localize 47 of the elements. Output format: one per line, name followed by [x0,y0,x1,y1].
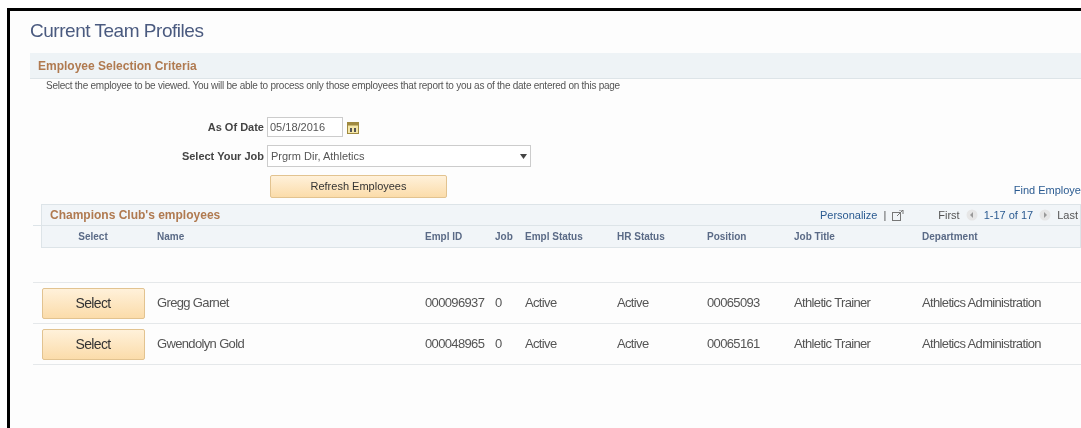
select-button[interactable]: Select [41,287,145,319]
separator-text: | [883,207,887,223]
table-cell-text: Athletics Administration [921,335,1042,353]
calendar-icon[interactable] [347,120,359,134]
table-cell-text: Active [524,294,558,312]
job-dropdown[interactable]: Prgrm Dir, Athletics [267,145,531,167]
popout-icon[interactable] [892,209,905,221]
previous-icon[interactable] [965,209,978,221]
table-cell-text: Active [616,294,650,312]
table-cell-text: 0 [494,335,503,353]
caret-icon [520,153,527,159]
column-header[interactable]: Position [703,229,790,244]
instructions-text: Select the employee to be viewed. You will be able to process only those employees that report to you as of the date entered on this page [46,79,621,93]
table-cell-text: Athletics Administration [921,294,1042,312]
table-cell-text: 0 [494,294,503,312]
column-header[interactable]: Job [491,229,521,244]
refresh-button[interactable]: Refresh Employees [270,175,447,198]
table-cell-text: 00065161 [706,335,761,353]
table-cell-text: 000096937 [424,294,486,312]
table-cell-text: 00065093 [706,294,761,312]
select-button[interactable]: Select [41,328,145,360]
page-title: Current Team Profiles [30,19,205,43]
page-range: 1-17 of 17 [983,207,1034,223]
section-header: Employee Selection Criteria [30,53,1081,79]
table-cell-text: Athletic Trainer [793,294,872,312]
table-cell-text: Active [616,335,650,353]
field-label: As Of Date [206,119,265,135]
column-header[interactable]: Empl ID [421,229,491,244]
table-cell-text: Active [524,335,558,353]
personalize-link[interactable]: Personalize [819,206,878,224]
table-cell-text: Athletic Trainer [793,335,872,353]
first-link[interactable]: First [938,206,960,224]
column-header[interactable]: Select [33,229,153,244]
last-link[interactable]: Last [1057,206,1080,224]
find-employee-link[interactable]: Find Employe [1013,181,1081,198]
grid-title: Champions Club's employees [50,207,221,224]
column-header[interactable]: Job Title [790,229,918,244]
date-field[interactable]: 05/18/2016 [267,117,343,137]
table-cell-text: Gwendolyn Gold [156,335,245,353]
column-header[interactable]: Empl Status [521,229,613,244]
column-header[interactable]: Department [918,229,1080,244]
column-header[interactable]: HR Status [613,229,703,244]
table-cell-text: Gregg Garnet [156,294,231,312]
next-icon[interactable] [1039,209,1052,221]
column-header[interactable]: Name [153,229,421,244]
field-label: Select Your Job [180,148,265,164]
table-cell-text: 000048965 [424,335,486,353]
